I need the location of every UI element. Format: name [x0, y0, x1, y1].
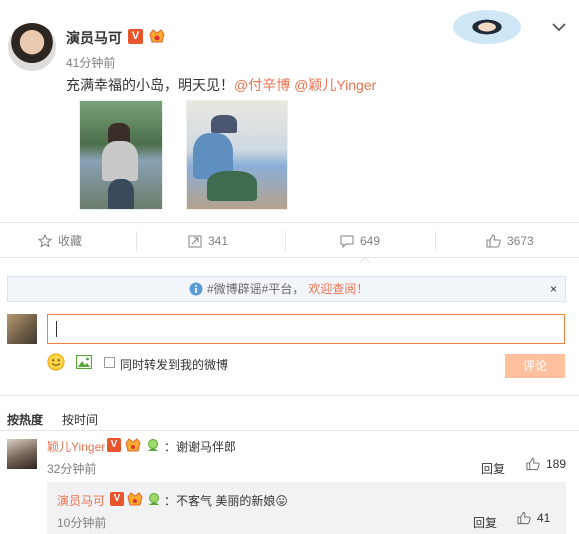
reply-text: ：不客气 美丽的新娘😛 — [164, 492, 288, 509]
post-time[interactable]: 41分钟前 — [66, 54, 115, 71]
tongue-emoji: 😛 — [275, 494, 288, 508]
commenter-avatar[interactable] — [7, 439, 37, 469]
verified-badge-icon: V — [128, 29, 143, 44]
comment-input[interactable] — [47, 314, 565, 344]
notice-content: #微博辟谣#平台， 欢迎查阅！ — [189, 277, 368, 301]
post-text: 充满幸福的小岛，明天见！@付辛博 @颖儿Yinger — [66, 75, 376, 95]
author-avatar[interactable] — [8, 23, 56, 71]
star-icon — [38, 234, 52, 248]
post-photo-1[interactable] — [79, 100, 163, 210]
comment-like-count: 189 — [546, 457, 567, 471]
favorite-button[interactable]: 收藏 — [38, 223, 82, 259]
divider — [0, 395, 579, 396]
tab-sort-by-hot[interactable]: 按热度 — [7, 411, 43, 428]
close-icon[interactable]: × — [550, 277, 557, 301]
current-user-avatar[interactable] — [7, 314, 37, 344]
emoji-icon[interactable] — [47, 353, 65, 371]
post-text-body: 充满幸福的小岛，明天见！ — [66, 77, 234, 93]
member-crown-icon — [127, 492, 143, 506]
comment-like-button[interactable]: 189 — [526, 457, 566, 471]
submit-comment-button[interactable]: 评论 — [505, 354, 565, 378]
comment-text: ：谢谢马伴郎 — [164, 440, 237, 454]
repost-checkbox-label[interactable]: 同时转发到我的微博 — [120, 356, 228, 373]
author-name[interactable]: 演员马可 — [66, 28, 122, 48]
thumbs-up-icon — [526, 457, 540, 471]
profile-cover-thumbnail[interactable] — [453, 10, 521, 44]
comment-time: 32分钟前 — [47, 462, 97, 476]
fan-badge-icon — [148, 439, 158, 451]
comment-button[interactable]: 649 — [340, 223, 380, 259]
comment-panel-caret — [360, 257, 370, 263]
fan-badge-icon — [149, 493, 159, 505]
repost-count: 341 — [208, 234, 229, 248]
member-crown-icon — [149, 29, 165, 43]
notice-text: #微博辟谣#平台， — [207, 282, 305, 296]
favorite-label: 收藏 — [58, 234, 83, 248]
divider — [0, 430, 579, 431]
thumbs-up-icon — [517, 511, 531, 525]
like-button[interactable]: 3673 — [486, 223, 534, 259]
weibo-post: 演员马可 V 41分钟前 充满幸福的小岛，明天见！@付辛博 @颖儿Yinger — [0, 0, 579, 222]
reply-time: 10分钟前 — [57, 516, 107, 530]
comment-count: 649 — [360, 234, 381, 248]
nested-reply: 演员马可 V ：不客气 美丽的新娘😛 10分钟前 回复 41 — [47, 482, 566, 534]
notice-link[interactable]: 欢迎查阅！ — [308, 277, 368, 301]
image-icon[interactable] — [76, 355, 92, 369]
comment-reply-button[interactable]: 回复 — [481, 460, 505, 477]
reply-reply-button[interactable]: 回复 — [473, 514, 497, 531]
divider — [285, 231, 286, 251]
verified-badge-icon: V — [107, 438, 121, 452]
repost-button[interactable]: 341 — [188, 223, 228, 259]
thumbs-up-icon — [486, 234, 501, 248]
verified-badge-icon: V — [110, 492, 124, 506]
reply-like-count: 41 — [537, 511, 551, 525]
reply-author-name[interactable]: 演员马可 — [57, 492, 105, 509]
member-crown-icon — [125, 438, 141, 452]
reply-text-body: ：不客气 美丽的新娘 — [164, 494, 276, 508]
mention-link-2[interactable]: @颖儿Yinger — [294, 77, 376, 93]
info-icon — [189, 282, 203, 296]
commenter-name[interactable]: 颖儿Yinger — [47, 438, 105, 455]
tab-sort-by-time[interactable]: 按时间 — [62, 411, 98, 428]
text-cursor — [56, 321, 57, 337]
post-action-bar: 收藏 341 649 3673 — [0, 222, 579, 258]
divider — [136, 231, 137, 251]
comment-icon — [340, 235, 354, 248]
divider — [435, 231, 436, 251]
like-count: 3673 — [507, 234, 534, 248]
post-photo-2[interactable] — [186, 100, 288, 210]
repost-checkbox[interactable] — [104, 357, 115, 368]
mention-link-1[interactable]: @付辛博 — [234, 77, 290, 93]
rumor-notice-bar: #微博辟谣#平台， 欢迎查阅！ × — [7, 276, 566, 302]
repost-icon — [188, 235, 202, 248]
reply-like-button[interactable]: 41 — [517, 511, 550, 525]
chevron-down-icon[interactable] — [551, 20, 567, 34]
